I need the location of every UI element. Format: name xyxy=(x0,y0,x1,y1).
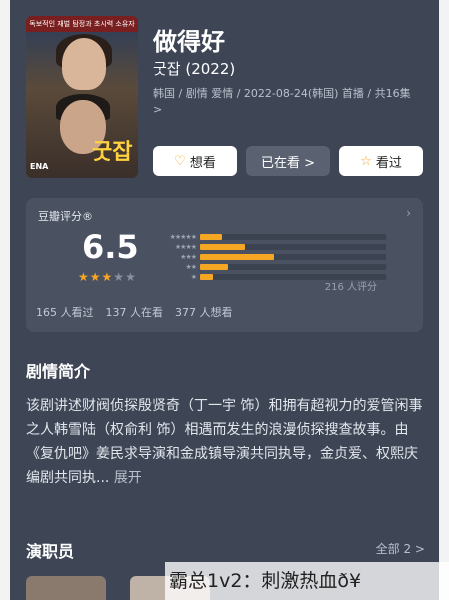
want-count[interactable]: 377 人想看 xyxy=(175,304,233,320)
star-empty-icon: ★ xyxy=(113,270,126,284)
synopsis-body: 该剧讲述财阀侦探殷贤奇（丁一宇 饰）和拥有超视力的爱管闲事之人韩雪陆（权俞利 饰… xyxy=(26,398,423,486)
poster-banner: 독보적인 재벌 탐정과 초시력 소유자 xyxy=(26,16,138,32)
synopsis-ellipsis: ... xyxy=(96,470,110,486)
distribution-bar xyxy=(200,254,275,260)
synopsis-heading: 剧情简介 xyxy=(26,362,91,381)
movie-detail-screen: 독보적인 재벌 탐정과 초시력 소유자 굿잡 ENA 做得好 굿잡 (2022)… xyxy=(10,0,439,600)
want-to-watch-button[interactable]: ♡ 想看 xyxy=(153,146,237,176)
distribution-track xyxy=(200,244,386,250)
distribution-label: ★★ xyxy=(185,263,197,271)
rating-score: 6.5 xyxy=(82,228,139,266)
expand-link[interactable]: 展开 xyxy=(114,470,142,486)
show-meta-link[interactable]: 韩国 / 剧情 爱情 / 2022-08-24(韩国) 首播 / 共16集 > xyxy=(153,86,423,118)
distribution-row: ★★ xyxy=(156,262,386,272)
watched-count[interactable]: 165 人看过 xyxy=(36,304,94,320)
synopsis-text: 该剧讲述财阀侦探殷贤奇（丁一宇 饰）和拥有超视力的爱管闲事之人韩雪陆（权俞利 饰… xyxy=(26,394,426,490)
poster-logo: 굿잡 xyxy=(92,140,133,165)
rating-count: 216 人评分 xyxy=(324,282,377,293)
watching-button[interactable]: 已在看 > xyxy=(246,146,330,176)
distribution-row: ★★★★★ xyxy=(156,232,386,242)
star-empty-icon: ★ xyxy=(125,270,137,284)
watching-count[interactable]: 137 人在看 xyxy=(106,304,164,320)
want-to-watch-label: 想看 xyxy=(189,155,216,171)
poster-figure-face xyxy=(62,38,106,90)
rating-card[interactable]: 豆瓣评分® › 6.5 ★★★★★ ★★★★★ ★★★★ ★★★ ★★ ★ 216 人评… xyxy=(26,198,423,332)
original-title: 굿잡 (2022) xyxy=(153,60,236,78)
distribution-label: ★★★ xyxy=(180,253,197,261)
distribution-track xyxy=(200,264,386,270)
poster-channel-logo: ENA xyxy=(30,162,49,171)
distribution-bar xyxy=(200,234,223,240)
star-outline-icon: ☆ xyxy=(360,153,372,169)
heart-plus-icon: ♡ xyxy=(174,153,186,169)
page-title: 做得好 xyxy=(153,28,225,56)
star-filled-icon: ★ xyxy=(78,270,90,284)
distribution-label: ★★★★★ xyxy=(169,233,197,241)
cast-all-link[interactable]: 全部 2 > xyxy=(376,540,425,557)
watched-label: 看过 xyxy=(375,155,402,171)
distribution-track xyxy=(200,254,386,260)
distribution-bar xyxy=(200,274,214,280)
watched-button[interactable]: ☆ 看过 xyxy=(339,146,423,176)
distribution-row: ★★★★ xyxy=(156,242,386,252)
poster-image[interactable]: 독보적인 재벌 탐정과 초시력 소유자 굿잡 ENA xyxy=(26,16,138,178)
star-filled-icon: ★ xyxy=(101,270,114,284)
rating-distribution: ★★★★★ ★★★★ ★★★ ★★ ★ xyxy=(156,232,386,282)
chevron-right-icon: › xyxy=(406,206,411,220)
cast-heading: 演职员 xyxy=(26,542,75,561)
watching-label: 已在看 > xyxy=(260,155,316,171)
distribution-bar xyxy=(200,264,228,270)
cast-avatar[interactable] xyxy=(26,576,106,600)
rating-stats: 165 人看过 137 人在看 377 人想看 xyxy=(36,304,233,320)
distribution-label: ★ xyxy=(190,273,197,281)
rating-source: 豆瓣评分® xyxy=(38,210,93,223)
distribution-track xyxy=(200,234,386,240)
distribution-label: ★★★★ xyxy=(174,243,197,251)
distribution-row: ★★★ xyxy=(156,252,386,262)
star-filled-icon: ★ xyxy=(89,270,102,284)
rating-stars: ★★★★★ xyxy=(78,270,137,284)
distribution-bar xyxy=(200,244,245,250)
watermark-caption: 霸总1v2：刺激热血ð¥ xyxy=(165,562,449,600)
